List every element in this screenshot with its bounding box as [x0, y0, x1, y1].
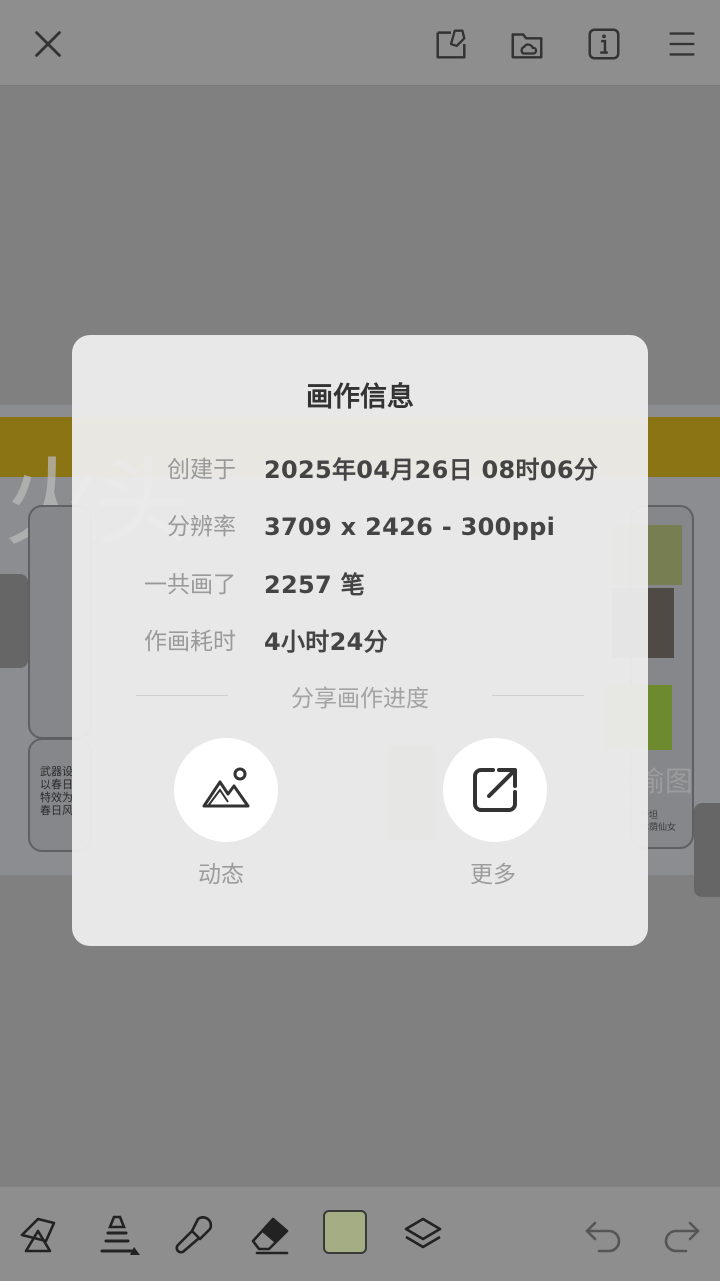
info-value: 4小时24分	[264, 628, 388, 656]
dialog-title: 画作信息	[306, 382, 414, 413]
info-icon[interactable]	[580, 20, 628, 68]
color-swatch[interactable]	[323, 1210, 367, 1254]
info-row-strokes: 一共画了 2257 笔	[72, 565, 648, 605]
shapes-icon[interactable]	[14, 1209, 64, 1259]
divider	[492, 695, 584, 696]
info-value: 3709 x 2426 - 300ppi	[264, 513, 556, 541]
info-label: 一共画了	[144, 572, 236, 598]
share-section-title: 分享画作进度	[291, 686, 429, 712]
bottom-toolbar	[0, 1187, 720, 1281]
cloud-folder-icon[interactable]	[503, 20, 551, 68]
artwork-info-dialog: 画作信息 创建于 2025年04月26日 08时06分 分辨率 3709 x 2…	[72, 335, 648, 946]
share-more-label: 更多	[470, 862, 516, 888]
redo-icon[interactable]	[656, 1209, 706, 1259]
edit-canvas-icon[interactable]	[427, 20, 475, 68]
brush-icon[interactable]	[92, 1209, 142, 1259]
layers-icon[interactable]	[398, 1209, 448, 1259]
undo-icon[interactable]	[579, 1209, 629, 1259]
menu-icon[interactable]	[658, 20, 706, 68]
share-external-icon	[473, 768, 517, 812]
info-row-created: 创建于 2025年04月26日 08时06分	[72, 450, 648, 490]
info-row-resolution: 分辨率 3709 x 2426 - 300ppi	[72, 507, 648, 547]
mountain-image-icon	[202, 767, 250, 808]
info-value: 2025年04月26日 08时06分	[264, 456, 599, 484]
info-label: 分辨率	[167, 514, 236, 540]
info-row-duration: 作画耗时 4小时24分	[72, 622, 648, 662]
top-toolbar	[0, 0, 720, 86]
info-label: 作画耗时	[144, 629, 236, 655]
right-side-tab[interactable]	[694, 803, 720, 897]
info-value: 2257 笔	[264, 571, 365, 599]
share-more-button[interactable]	[443, 738, 547, 842]
info-label: 创建于	[167, 457, 236, 483]
close-icon[interactable]	[24, 20, 72, 68]
smudge-icon[interactable]	[168, 1209, 218, 1259]
left-side-tab[interactable]	[0, 574, 28, 668]
share-dynamic-label: 动态	[198, 862, 244, 888]
eraser-icon[interactable]	[245, 1209, 295, 1259]
share-dynamic-button[interactable]	[174, 738, 278, 842]
